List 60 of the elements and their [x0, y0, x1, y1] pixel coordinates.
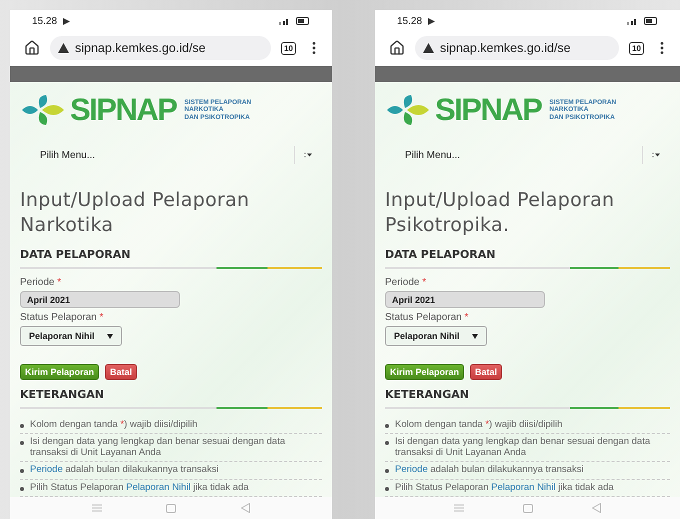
select-arrows-icon[interactable] — [303, 151, 312, 159]
period-field[interactable]: April 2021 — [385, 291, 545, 308]
logo-icon — [20, 94, 66, 126]
page-title: Input/Upload Pelaporan Psikotropika. — [385, 188, 616, 238]
note-text: Isi dengan data yang lengkap dan benar sesuai dengan data transaksi di Unit Layanan Anda — [395, 437, 652, 458]
cancel-button[interactable]: Batal — [105, 364, 138, 380]
tab-count[interactable]: 10 — [281, 42, 296, 54]
bullet-icon — [385, 486, 389, 491]
note-text: Kolom dengan tanda *) wajib diisi/dipilih — [395, 420, 562, 430]
bullet-icon — [20, 424, 24, 428]
cancel-button[interactable]: Batal — [470, 364, 502, 380]
address-bar[interactable]: sipnap.kemkes.go.id/se — [415, 36, 620, 60]
home-icon[interactable] — [24, 40, 40, 56]
status-time: 15.28 — [32, 16, 58, 26]
tab-count[interactable]: 10 — [629, 42, 644, 54]
note-text: Pilih Status Pelaporan Pelaporan Nihil jika tidak ada — [30, 482, 249, 494]
signal-icon — [626, 17, 638, 25]
url-text: sipnap.kemkes.go.id/se — [75, 41, 206, 55]
play-icon — [428, 18, 436, 24]
note-text: Kolom dengan tanda *) wajib diisi/dipilih — [30, 420, 198, 430]
status-time: 15.28 — [397, 16, 422, 26]
signal-icon — [278, 17, 290, 25]
note-text: Pilih Status Pelaporan Pelaporan Nihil jika tidak ada — [395, 482, 614, 494]
section-title: DATA PELAPORAN — [20, 248, 132, 261]
menu-select[interactable]: Pilih Menu... — [405, 150, 460, 160]
bullet-icon — [385, 424, 389, 428]
menu-select[interactable]: Pilih Menu... — [40, 150, 96, 160]
logo-wordmark: SIPNAP — [435, 92, 542, 128]
note-text: Isi dengan data yang lengkap dan benar sesuai dengan data transaksi di Unit Layanan Anda — [30, 437, 286, 458]
page-title: Input/Upload Pelaporan Narkotika — [20, 188, 250, 238]
warning-icon — [58, 43, 69, 53]
field-label: Periode * — [20, 277, 62, 288]
select-arrows-icon[interactable] — [651, 151, 660, 159]
warning-icon — [423, 43, 434, 53]
period-field[interactable]: April 2021 — [20, 291, 180, 308]
battery-icon — [644, 17, 658, 25]
logo-icon — [385, 94, 431, 126]
section-title: KETERANGAN — [385, 388, 470, 401]
section-title: DATA PELAPORAN — [385, 248, 496, 261]
play-icon — [63, 18, 70, 24]
field-label: Periode * — [385, 277, 428, 288]
home-icon[interactable] — [389, 40, 405, 56]
note-text: Periode adalah bulan dilakukannya transaksi — [30, 465, 219, 476]
bullet-icon — [20, 486, 24, 491]
status-dropdown[interactable]: Pelaporan Nihil — [20, 326, 122, 346]
status-dropdown[interactable]: Pelaporan Nihil — [385, 326, 487, 346]
field-label: Status Pelaporan * — [20, 312, 104, 323]
caret-icon — [472, 334, 478, 338]
field-label: Status Pelaporan * — [385, 312, 470, 323]
bullet-icon — [20, 469, 24, 474]
battery-icon — [296, 17, 310, 25]
bullet-icon — [385, 441, 389, 446]
section-title: KETERANGAN — [20, 388, 105, 401]
bullet-icon — [385, 469, 389, 474]
logo-wordmark: SIPNAP — [70, 92, 176, 128]
bullet-icon — [20, 441, 24, 446]
note-text: Periode adalah bulan dilakukannya transaksi — [395, 465, 584, 476]
caret-icon — [106, 334, 113, 338]
url-text: sipnap.kemkes.go.id/se — [440, 41, 571, 55]
address-bar[interactable]: sipnap.kemkes.go.id/se — [50, 36, 272, 60]
